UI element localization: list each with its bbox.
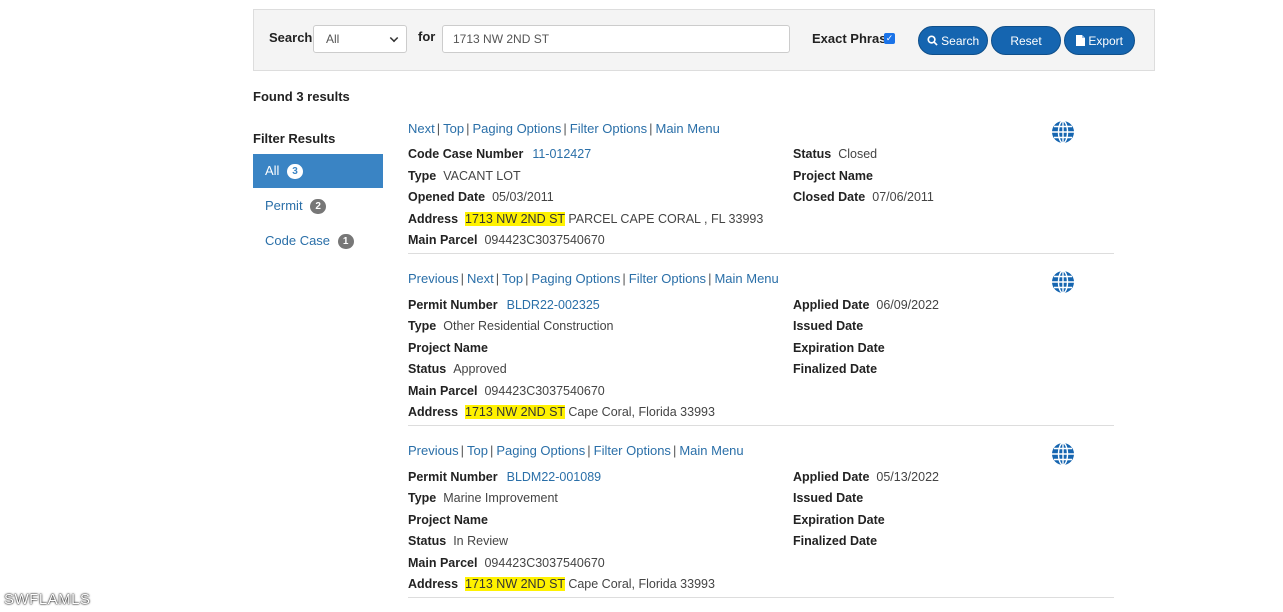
main-parcel-row: Main Parcel 094423C3037540670 bbox=[408, 233, 605, 247]
filter-item-all[interactable]: All 3 bbox=[253, 154, 383, 188]
issued-date-row: Issued Date bbox=[793, 319, 864, 333]
nav-main-menu-link[interactable]: Main Menu bbox=[714, 271, 778, 286]
watermark: SWFLAMLS bbox=[4, 591, 91, 608]
filter-item-label: All bbox=[265, 163, 280, 178]
nav-paging-options-link[interactable]: Paging Options bbox=[472, 121, 561, 136]
finalized-date-row: Finalized Date bbox=[793, 534, 878, 548]
filter-item-label: Code Case bbox=[265, 233, 331, 248]
filter-item-code-case[interactable]: Code Case 1 bbox=[253, 224, 383, 258]
reset-button-label: Reset bbox=[1010, 34, 1042, 48]
globe-icon[interactable] bbox=[1051, 270, 1075, 294]
expiration-date-row: Expiration Date bbox=[793, 513, 885, 527]
project-name-row: Project Name bbox=[408, 341, 488, 355]
permit-number-link[interactable]: BLDR22-002325 bbox=[507, 298, 600, 312]
opened-date-row: Opened Date 05/03/2011 bbox=[408, 190, 554, 204]
scope-select-value: All bbox=[326, 32, 340, 46]
permit-number-row: Permit Number BLDM22-001089 bbox=[408, 470, 602, 484]
expiration-date-row: Expiration Date bbox=[793, 341, 885, 355]
nav-next-link[interactable]: Next bbox=[467, 271, 494, 286]
exact-phrase-checkbox[interactable]: ✓ bbox=[884, 33, 895, 44]
search-input[interactable]: 1713 NW 2ND ST bbox=[442, 25, 790, 53]
filter-title: Filter Results bbox=[253, 131, 336, 146]
code-case-number-row: Code Case Number 11-012427 bbox=[408, 147, 592, 161]
nav-paging-options-link[interactable]: Paging Options bbox=[496, 443, 585, 458]
search-button-label: Search bbox=[941, 34, 980, 48]
result-nav: Previous | Next | Top | Paging Options | Filter … bbox=[408, 271, 779, 286]
nav-previous-link[interactable]: Previous bbox=[408, 443, 459, 458]
nav-filter-options-link[interactable]: Filter Options bbox=[594, 443, 671, 458]
divider bbox=[408, 253, 1114, 254]
main-parcel-row: Main Parcel 094423C3037540670 bbox=[408, 384, 605, 398]
closed-date-row: Closed Date 07/06/2011 bbox=[793, 190, 934, 204]
exact-phrase-label: Exact Phrase bbox=[812, 31, 894, 46]
divider bbox=[408, 597, 1114, 598]
globe-icon[interactable] bbox=[1051, 442, 1075, 466]
type-row: Type VACANT LOT bbox=[408, 169, 521, 183]
result-nav: Previous | Top | Paging Options | Filter Optio… bbox=[408, 443, 744, 458]
divider bbox=[408, 425, 1114, 426]
reset-button[interactable]: Reset bbox=[991, 26, 1061, 55]
for-label: for bbox=[418, 29, 436, 44]
nav-main-menu-link[interactable]: Main Menu bbox=[655, 121, 719, 136]
filter-item-label: Permit bbox=[265, 198, 303, 213]
type-row: Type Marine Improvement bbox=[408, 491, 558, 505]
export-button-label: Export bbox=[1088, 34, 1124, 48]
permit-number-row: Permit Number BLDR22-002325 bbox=[408, 298, 600, 312]
address-row: Address 1713 NW 2ND ST PARCEL CAPE CORAL … bbox=[408, 212, 764, 226]
nav-paging-options-link[interactable]: Paging Options bbox=[531, 271, 620, 286]
globe-icon[interactable] bbox=[1051, 120, 1075, 144]
address-row: Address 1713 NW 2ND ST Cape Coral, Florid… bbox=[408, 405, 715, 419]
main-parcel-row: Main Parcel 094423C3037540670 bbox=[408, 556, 605, 570]
nav-filter-options-link[interactable]: Filter Options bbox=[570, 121, 647, 136]
search-bar: Search All for 1713 NW 2ND ST Exact Phra… bbox=[253, 9, 1155, 71]
count-badge: 3 bbox=[287, 164, 304, 179]
project-name-row: Project Name bbox=[408, 513, 488, 527]
nav-top-link[interactable]: Top bbox=[467, 443, 488, 458]
project-name-row: Project Name bbox=[793, 169, 873, 183]
nav-previous-link[interactable]: Previous bbox=[408, 271, 459, 286]
code-case-number-link[interactable]: 11-012427 bbox=[532, 147, 591, 161]
chevron-down-icon bbox=[389, 33, 399, 43]
type-row: Type Other Residential Construction bbox=[408, 319, 614, 333]
scope-select[interactable]: All bbox=[313, 25, 407, 53]
filter-item-permit[interactable]: Permit 2 bbox=[253, 189, 383, 223]
applied-date-row: Applied Date 05/13/2022 bbox=[793, 470, 939, 484]
nav-main-menu-link[interactable]: Main Menu bbox=[679, 443, 743, 458]
result-nav: Next | Top | Paging Options | Filter Options | M… bbox=[408, 121, 720, 136]
search-icon bbox=[927, 35, 938, 46]
count-badge: 1 bbox=[337, 234, 354, 249]
count-badge: 2 bbox=[310, 199, 327, 214]
file-icon bbox=[1075, 35, 1085, 46]
export-button[interactable]: Export bbox=[1064, 26, 1135, 55]
permit-number-link[interactable]: BLDM22-001089 bbox=[507, 470, 602, 484]
status-row: Status In Review bbox=[408, 534, 509, 548]
applied-date-row: Applied Date 06/09/2022 bbox=[793, 298, 939, 312]
nav-top-link[interactable]: Top bbox=[443, 121, 464, 136]
nav-top-link[interactable]: Top bbox=[502, 271, 523, 286]
address-row: Address 1713 NW 2ND ST Cape Coral, Florid… bbox=[408, 577, 715, 591]
results-count: Found 3 results bbox=[253, 89, 350, 104]
issued-date-row: Issued Date bbox=[793, 491, 864, 505]
status-row: Status Approved bbox=[408, 362, 507, 376]
nav-next-link[interactable]: Next bbox=[408, 121, 435, 136]
nav-filter-options-link[interactable]: Filter Options bbox=[629, 271, 706, 286]
finalized-date-row: Finalized Date bbox=[793, 362, 878, 376]
search-label: Search bbox=[269, 30, 313, 45]
status-row: Status Closed bbox=[793, 147, 878, 161]
search-button[interactable]: Search bbox=[918, 26, 988, 55]
